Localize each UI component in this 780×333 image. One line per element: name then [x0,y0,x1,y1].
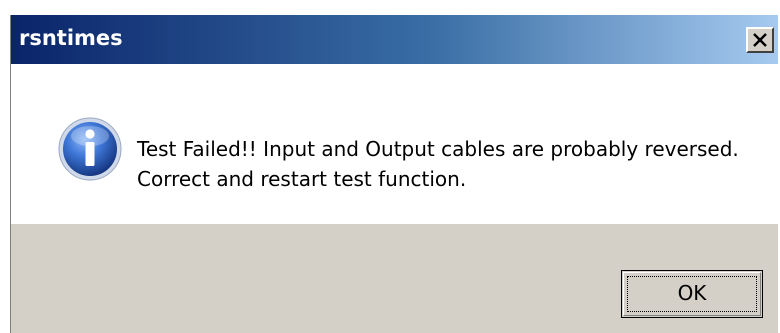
ok-button-label: OK [677,281,707,305]
message-line-1: Test Failed!! Input and Output cables ar… [137,137,739,161]
message-text: Test Failed!! Input and Output cables ar… [137,134,739,194]
window-title: rsntimes [19,26,123,50]
close-button[interactable] [746,27,774,53]
message-line-2: Correct and restart test function. [137,167,467,191]
message-dialog: rsntimes Test Failed!! Input and Output [10,15,778,333]
close-icon [753,33,767,47]
button-bar: OK [11,224,778,333]
ok-button[interactable]: OK [621,270,763,318]
title-bar[interactable]: rsntimes [11,15,778,64]
info-icon [58,117,122,181]
message-area: Test Failed!! Input and Output cables ar… [11,64,778,224]
